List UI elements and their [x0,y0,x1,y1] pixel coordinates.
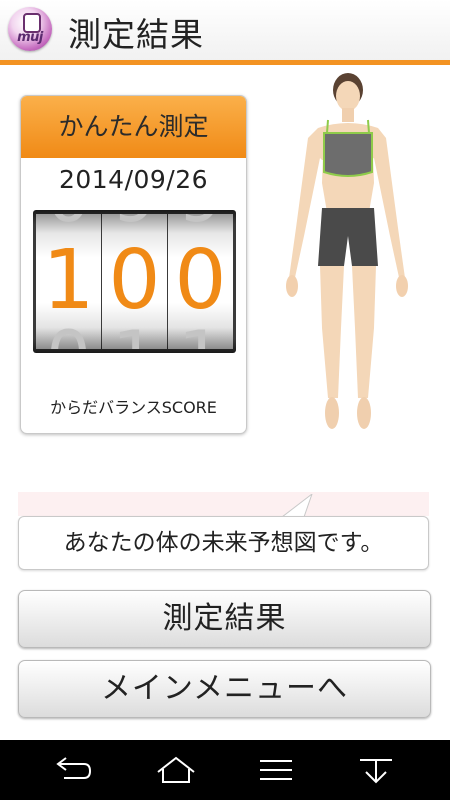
header-bar: muj 測定結果 [0,0,450,65]
score-digit-drum: 0 1 0 [36,214,101,349]
score-dial: 0 1 0 9 0 1 9 0 1 [33,210,236,353]
score-digit-drum: 9 0 1 [102,214,167,349]
future-body-message: あなたの体の未来予想図です。 [18,516,429,570]
speech-bubble-tail [282,494,313,518]
back-icon[interactable] [52,754,96,786]
recent-apps-icon[interactable] [254,754,298,786]
score-digit: 1 [42,233,95,328]
app-icon-text: muj [17,30,43,45]
menu-icon[interactable] [354,754,398,786]
score-caption: からだバランスSCORE [50,398,217,417]
message-banner-background [18,492,429,516]
measurement-result-button[interactable]: 測定結果 [18,590,431,648]
score-digit: 0 [174,233,227,328]
home-icon[interactable] [154,754,198,786]
page-title: 測定結果 [68,15,204,54]
main-menu-button[interactable]: メインメニューへ [18,660,431,718]
score-digit: 0 [108,233,161,328]
score-card: かんたん測定 2014/09/26 0 1 0 9 0 1 9 0 1 からだバ… [20,95,247,434]
system-navigation-bar [0,740,450,800]
measurement-mode-label: かんたん測定 [21,96,246,158]
measurement-date: 2014/09/26 [58,165,209,194]
score-digit-drum: 9 0 1 [168,214,233,349]
future-body-figure [270,68,420,438]
body-figure-illustration [286,73,408,429]
app-icon[interactable]: muj [8,7,52,51]
